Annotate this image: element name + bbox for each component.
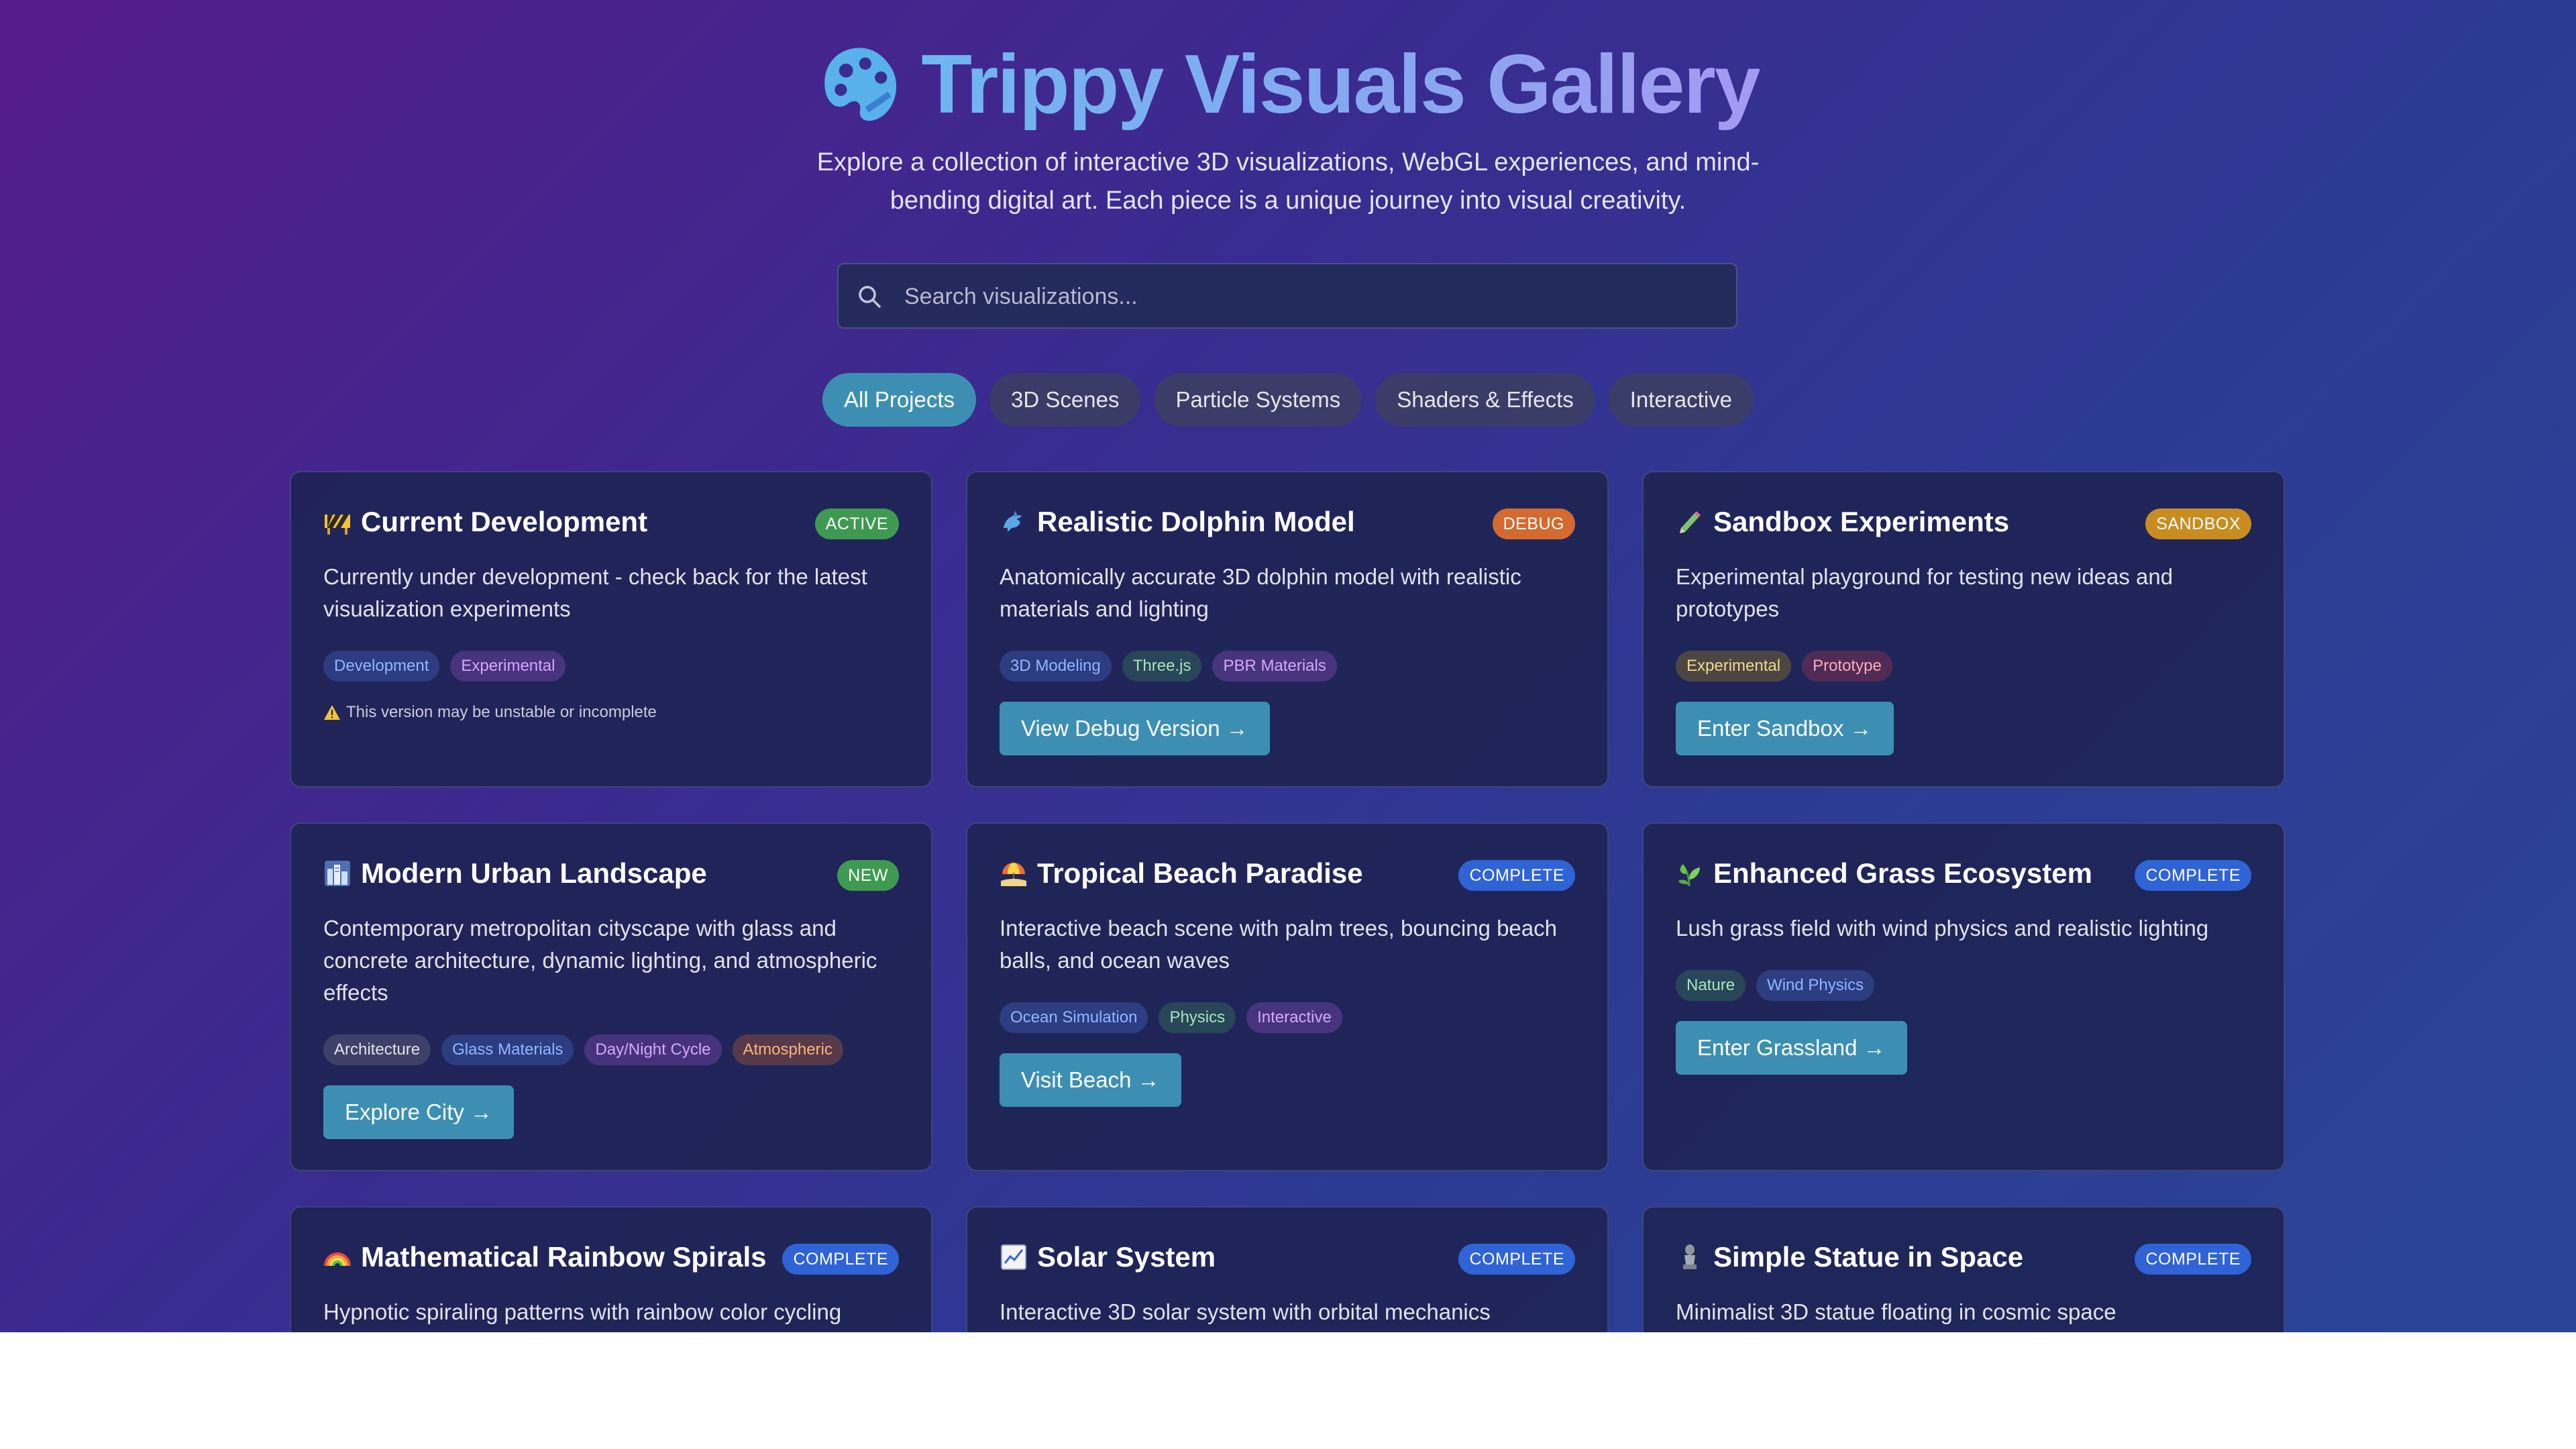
card-title: Current Development	[323, 506, 647, 538]
tag: Prototype	[1802, 651, 1892, 682]
tag: Architecture	[323, 1034, 431, 1065]
card-title-text: Solar System	[1037, 1241, 1216, 1273]
card-title-text: Enhanced Grass Ecosystem	[1713, 857, 2092, 889]
tag-list: 3D Modeling Three.js PBR Materials	[1000, 651, 1337, 682]
card-description: Hypnotic spiraling patterns with rainbow…	[323, 1299, 842, 1324]
chart-icon	[1001, 1244, 1026, 1270]
card-title-text: Mathematical Rainbow Spirals	[361, 1241, 767, 1273]
city-icon	[325, 861, 350, 886]
status-badge: ACTIVE	[814, 508, 899, 539]
project-card[interactable]: Realistic Dolphin Model DEBUG Anatomical…	[966, 471, 1609, 788]
search-box[interactable]	[837, 263, 1737, 329]
gallery-page: Trippy Visuals Gallery Explore a collect…	[0, 0, 2576, 1332]
project-card[interactable]: Mathematical Rainbow Spirals COMPLETE Hy…	[290, 1206, 932, 1332]
card-title: Modern Urban Landscape	[323, 857, 707, 890]
tag-list: Ocean Simulation Physics Interactive	[1000, 1002, 1342, 1033]
project-card[interactable]: Simple Statue in Space COMPLETE Minimali…	[1642, 1206, 2285, 1332]
project-card[interactable]: Modern Urban Landscape NEW Contemporary …	[290, 822, 932, 1171]
warning-text: This version may be unstable or incomple…	[346, 703, 657, 721]
tag-list: Nature Wind Physics	[1676, 970, 1875, 1001]
page-title: Trippy Visuals Gallery	[921, 38, 1760, 131]
warning-note: This version may be unstable or incomple…	[323, 703, 657, 722]
card-description: Anatomically accurate 3D dolphin model w…	[1000, 564, 1521, 621]
status-badge: DEBUG	[1492, 508, 1575, 539]
card-title-text: Realistic Dolphin Model	[1037, 506, 1355, 537]
tag: Nature	[1676, 970, 1746, 1001]
palette-icon	[824, 48, 897, 121]
filter-interactive[interactable]: Interactive	[1608, 373, 1754, 427]
status-badge: NEW	[837, 860, 899, 891]
filter-all-projects[interactable]: All Projects	[822, 373, 977, 427]
tag: Interactive	[1246, 1002, 1342, 1033]
construction-icon	[325, 515, 350, 535]
project-card[interactable]: Sandbox Experiments SANDBOX Experimental…	[1642, 471, 2285, 788]
filter-shaders-effects[interactable]: Shaders & Effects	[1375, 373, 1595, 427]
herb-icon	[1678, 864, 1700, 887]
status-badge: COMPLETE	[2135, 860, 2251, 891]
card-description: Interactive 3D solar system with orbital…	[1000, 1299, 1491, 1324]
status-badge: COMPLETE	[1458, 1244, 1575, 1275]
tag: Wind Physics	[1756, 970, 1875, 1001]
card-description: Contemporary metropolitan cityscape with…	[323, 916, 877, 1005]
status-badge: SANDBOX	[2145, 508, 2251, 539]
status-badge: COMPLETE	[782, 1244, 899, 1275]
pencil-icon	[1680, 511, 1701, 533]
tag-list: Experimental Prototype	[1676, 651, 1892, 682]
dolphin-icon	[1004, 511, 1022, 532]
enter-grassland-button[interactable]: Enter Grassland →	[1676, 1021, 1907, 1075]
card-title-text: Modern Urban Landscape	[361, 857, 707, 889]
card-description: Lush grass field with wind physics and r…	[1676, 916, 2209, 941]
card-title: Enhanced Grass Ecosystem	[1676, 857, 2092, 890]
filter-bar: All Projects 3D Scenes Particle Systems …	[0, 373, 2576, 427]
card-title-text: Sandbox Experiments	[1713, 506, 2010, 537]
tag: Physics	[1159, 1002, 1236, 1033]
project-card[interactable]: Current Development ACTIVE Currently und…	[290, 471, 932, 788]
tag-list: Development Experimental	[323, 651, 566, 682]
explore-city-button[interactable]: Explore City →	[323, 1085, 515, 1139]
status-badge: COMPLETE	[1458, 860, 1575, 891]
project-card[interactable]: Enhanced Grass Ecosystem COMPLETE Lush g…	[1642, 822, 2285, 1171]
rainbow-icon	[324, 1252, 351, 1267]
card-description: Currently under development - check back…	[323, 564, 867, 621]
enter-sandbox-button[interactable]: Enter Sandbox →	[1676, 702, 1894, 755]
statue-icon	[1683, 1244, 1697, 1269]
card-title: Realistic Dolphin Model	[1000, 506, 1355, 538]
tag: Experimental	[450, 651, 566, 682]
beach-icon	[1001, 863, 1026, 886]
card-description: Minimalist 3D statue floating in cosmic …	[1676, 1299, 2116, 1324]
tag-list: Architecture Glass Materials Day/Night C…	[323, 1034, 843, 1065]
card-description: Interactive beach scene with palm trees,…	[1000, 916, 1557, 973]
tag: Ocean Simulation	[1000, 1002, 1148, 1033]
tag: Three.js	[1122, 651, 1202, 682]
visit-beach-button[interactable]: Visit Beach →	[1000, 1053, 1181, 1107]
tag: Development	[323, 651, 440, 682]
filter-particle-systems[interactable]: Particle Systems	[1154, 373, 1362, 427]
card-title: Simple Statue in Space	[1676, 1241, 2023, 1273]
tag: 3D Modeling	[1000, 651, 1112, 682]
card-title-text: Tropical Beach Paradise	[1037, 857, 1363, 889]
card-title: Tropical Beach Paradise	[1000, 857, 1363, 890]
card-title-text: Current Development	[361, 506, 648, 537]
card-title-text: Simple Statue in Space	[1713, 1241, 2024, 1273]
view-debug-button[interactable]: View Debug Version →	[1000, 702, 1270, 755]
filter-3d-scenes[interactable]: 3D Scenes	[989, 373, 1141, 427]
card-title: Solar System	[1000, 1241, 1216, 1273]
search-icon	[859, 286, 881, 308]
tag: PBR Materials	[1212, 651, 1337, 682]
tag: Atmospheric	[732, 1034, 843, 1065]
tag: Glass Materials	[441, 1034, 574, 1065]
tag: Experimental	[1676, 651, 1792, 682]
title-row: Trippy Visuals Gallery	[0, 38, 2576, 131]
status-badge: COMPLETE	[2135, 1244, 2251, 1275]
tag: Day/Night Cycle	[584, 1034, 722, 1065]
project-card[interactable]: Tropical Beach Paradise COMPLETE Interac…	[966, 822, 1609, 1171]
card-description: Experimental playground for testing new …	[1676, 564, 2174, 621]
page-subtitle: Explore a collection of interactive 3D v…	[816, 148, 1760, 215]
search-input[interactable]	[903, 264, 1711, 329]
card-title: Sandbox Experiments	[1676, 506, 2009, 538]
warning-icon	[324, 705, 340, 720]
project-card[interactable]: Solar System COMPLETE Interactive 3D sol…	[966, 1206, 1609, 1332]
card-title: Mathematical Rainbow Spirals	[323, 1241, 767, 1273]
